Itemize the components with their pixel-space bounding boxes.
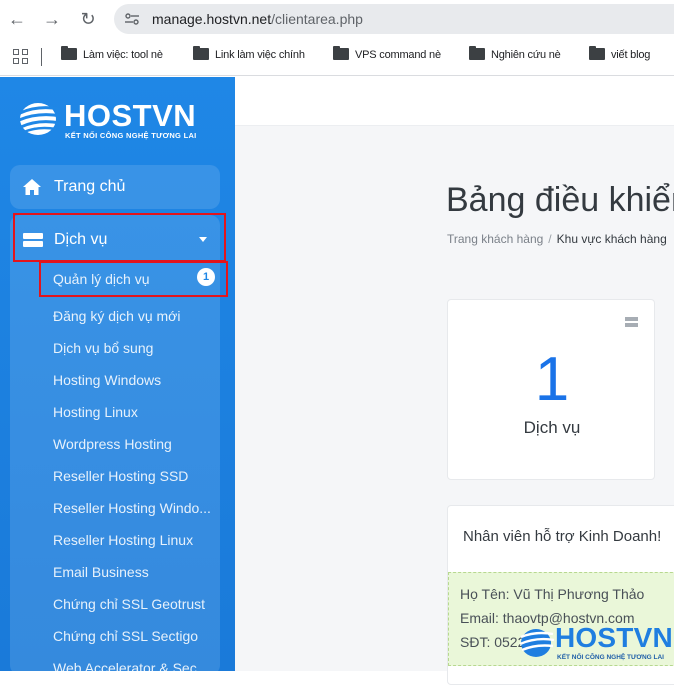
home-icon (23, 179, 41, 195)
bookmark-item[interactable]: Nghiên cứu nè (469, 46, 561, 66)
bookmark-item[interactable]: Link làm việc chính (193, 46, 305, 66)
address-bar[interactable]: manage.hostvn.net/clientarea.php (114, 4, 674, 34)
brand-logo[interactable]: HOSTVN KẾT NỐI CÔNG NGHỆ TƯƠNG LAI (18, 99, 198, 143)
watermark-logo: HOSTVN KẾT NỐI CÔNG NGHỆ TƯƠNG LAI (519, 623, 674, 671)
breadcrumb: Trang khách hàng / Khu vực khách hàng (447, 232, 667, 246)
breadcrumb-link[interactable]: Trang khách hàng (447, 232, 543, 246)
sidebar-subitem-reseller-ssd[interactable]: Reseller Hosting SSD (53, 468, 218, 484)
url-path: /clientarea.php (271, 11, 363, 27)
url-host: manage.hostvn.net (152, 11, 272, 27)
logo-globe-icon (18, 103, 62, 135)
sidebar-subitem-email-business[interactable]: Email Business (53, 564, 218, 580)
sidebar-subitem-reseller-linux[interactable]: Reseller Hosting Linux (53, 532, 218, 548)
services-label: Dịch vụ (523, 418, 581, 437)
sidebar-subitem-hosting-windows[interactable]: Hosting Windows (53, 372, 218, 388)
support-name: Họ Tên: Vũ Thị Phương Thảo (460, 586, 645, 602)
bookmarks-divider (41, 48, 42, 66)
breadcrumb-separator: / (548, 232, 552, 246)
apps-icon[interactable] (13, 49, 29, 65)
sidebar-subitem-ssl-sectigo[interactable]: Chứng chỉ SSL Sectigo (53, 628, 218, 644)
bookmarks-bar: Làm việc: tool nè Link làm việc chính VP… (0, 38, 674, 76)
folder-icon (589, 46, 605, 60)
support-phone: SĐT: 0522 (460, 634, 526, 650)
brand-name: HOSTVN (64, 98, 197, 133)
url-text: manage.hostvn.net/clientarea.php (152, 11, 363, 27)
sidebar-subitem-wordpress-hosting[interactable]: Wordpress Hosting (53, 436, 218, 452)
sidebar-item-label: Trang chủ (54, 178, 126, 195)
browser-toolbar: ← → ↻ manage.hostvn.net/clientarea.php (0, 0, 674, 38)
breadcrumb-current: Khu vực khách hàng (556, 232, 667, 246)
folder-icon (469, 46, 485, 60)
reload-icon[interactable]: ↻ (78, 9, 98, 29)
server-icon (625, 317, 638, 328)
bookmark-item[interactable]: Làm việc: tool nè (61, 46, 163, 66)
forward-icon[interactable]: → (42, 9, 62, 29)
sidebar-subitem-reseller-windows[interactable]: Reseller Hosting Windo... (53, 500, 218, 516)
main-content: Bảng điều khiển Trang khách hàng / Khu vực… (235, 77, 674, 685)
sidebar-subitem-hosting-linux[interactable]: Hosting Linux (53, 404, 218, 420)
bookmark-item[interactable]: viết blog (589, 46, 650, 66)
services-count: 1 (534, 345, 570, 414)
sidebar-item-home[interactable]: Trang chủ (10, 165, 220, 209)
watermark-brand: HOSTVN (555, 622, 673, 653)
highlight-services (13, 213, 226, 262)
sidebar-subitem-register-new[interactable]: Đăng ký dịch vụ mới (53, 308, 218, 324)
services-stat-card[interactable]: 1 Dịch vụ (447, 299, 655, 480)
sidebar-subitem-web-accelerator[interactable]: Web Accelerator & Sec (53, 660, 218, 671)
folder-icon (333, 46, 349, 60)
top-header (235, 77, 674, 126)
watermark-tagline: KẾT NỐI CÔNG NGHỆ TƯƠNG LAI (557, 654, 664, 661)
sidebar-subitem-addons[interactable]: Dịch vụ bổ sung (53, 340, 218, 356)
page-title: Bảng điều khiển (446, 181, 674, 219)
back-icon[interactable]: ← (7, 9, 27, 29)
brand-tagline: KẾT NỐI CÔNG NGHỆ TƯƠNG LAI (65, 131, 197, 140)
sidebar: HOSTVN KẾT NỐI CÔNG NGHỆ TƯƠNG LAI Trang… (0, 77, 235, 671)
bookmark-item[interactable]: VPS command nè (333, 46, 441, 66)
support-title: Nhân viên hỗ trợ Kinh Doanh! (463, 528, 662, 545)
watermark-globe-icon (519, 629, 555, 657)
highlight-manage-services (39, 261, 228, 297)
folder-icon (61, 46, 77, 60)
sidebar-subitem-ssl-geotrust[interactable]: Chứng chỉ SSL Geotrust (53, 596, 218, 612)
folder-icon (193, 46, 209, 60)
site-info-icon[interactable] (124, 12, 140, 26)
